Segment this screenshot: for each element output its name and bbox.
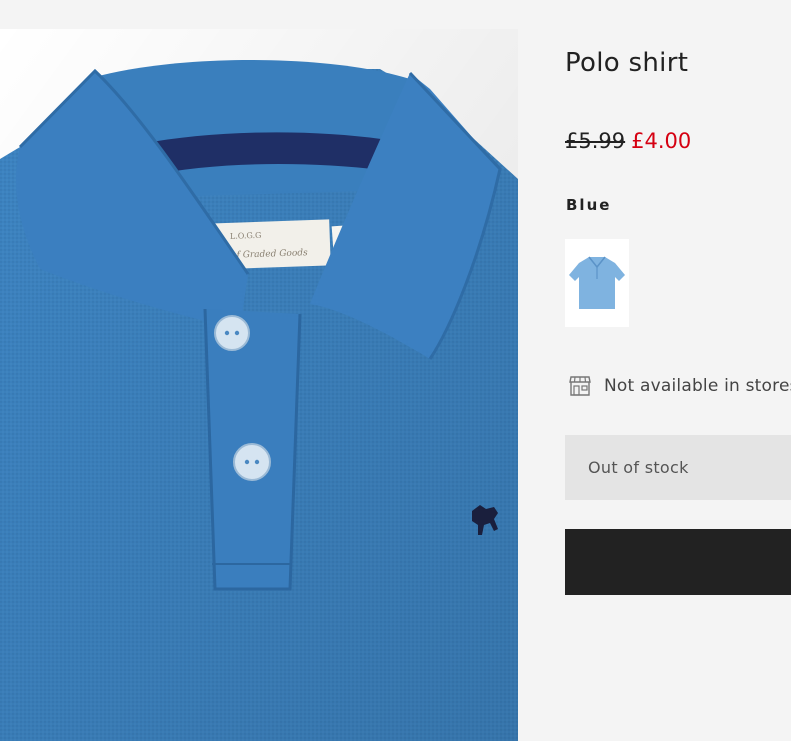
- add-to-bag-button[interactable]: [565, 529, 791, 595]
- size-select-text: Out of stock: [588, 458, 689, 477]
- color-swatch-blue[interactable]: [565, 239, 629, 327]
- sale-price: £4.00: [631, 129, 692, 153]
- store-icon: [568, 374, 592, 398]
- swatch-thumbnail: [569, 256, 625, 309]
- store-availability-text: Not available in stores: [604, 376, 791, 396]
- product-image[interactable]: L.O.G.G Label of Graded Goods H&M: [0, 29, 518, 741]
- svg-text:L.O.G.G: L.O.G.G: [230, 231, 262, 241]
- size-select[interactable]: Out of stock: [565, 435, 791, 500]
- color-name: Blue: [566, 196, 612, 214]
- price-row: £5.99 £4.00: [565, 129, 691, 153]
- store-availability: Not available in stores: [568, 372, 791, 400]
- product-title: Polo shirt: [565, 48, 689, 78]
- product-page: L.O.G.G Label of Graded Goods H&M: [0, 0, 791, 741]
- original-price: £5.99: [565, 129, 626, 153]
